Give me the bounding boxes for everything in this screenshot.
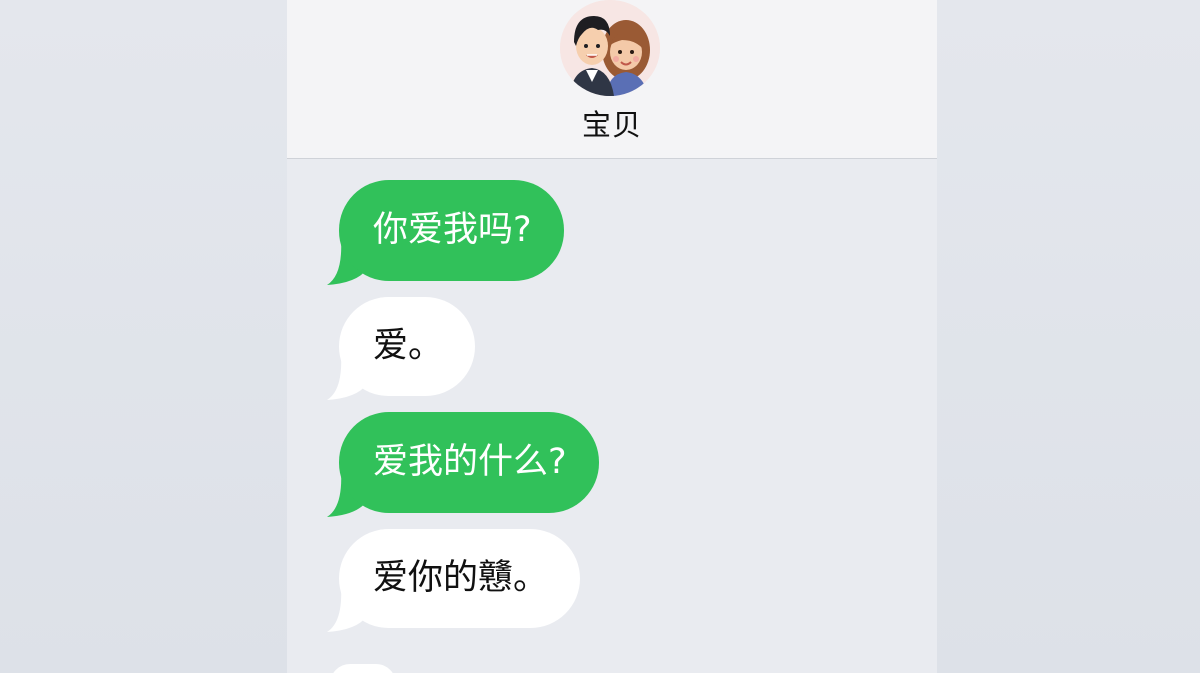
message-sent[interactable]: 爱我的什么? [327,412,717,517]
background-right [937,0,1200,673]
chat-window: 宝贝 你爱我吗? 爱。 爱我的什么? 爱你的戇。 [287,0,937,673]
message-text: 爱我的什么? [339,412,599,513]
screen: 宝贝 你爱我吗? 爱。 爱我的什么? 爱你的戇。 [0,0,1200,673]
contact-name: 宝贝 [581,108,642,142]
message-received[interactable]: 爱你的戇。 [327,529,597,632]
message-text: 你爱我吗? [339,180,564,281]
background-left [0,0,287,673]
message-text: 爱你的戇。 [339,529,581,628]
chat-header[interactable]: 宝贝 [287,0,937,159]
message-sent[interactable]: 你爱我吗? [327,180,665,285]
couple-avatar-icon[interactable] [560,0,660,96]
message-text [330,664,396,673]
message-received[interactable]: 爱。 [327,297,476,400]
message-text: 爱。 [339,297,476,396]
message-received-partial[interactable] [330,664,915,673]
